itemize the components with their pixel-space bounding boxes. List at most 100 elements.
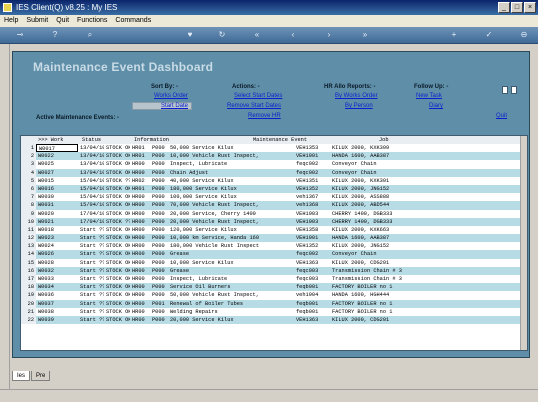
p-cell: HR00 bbox=[132, 210, 145, 217]
prev-icon[interactable]: ‹ bbox=[286, 29, 300, 41]
job-cell: Conveyor Chain bbox=[332, 161, 377, 168]
check-icon[interactable]: ✓ bbox=[482, 29, 496, 41]
stock-cell: STOCK OK bbox=[106, 243, 130, 250]
veh-cell: P000 bbox=[152, 145, 165, 151]
status-cell: 13/04/10 bbox=[80, 169, 104, 176]
work-order-cell: W0017 bbox=[36, 144, 78, 153]
minimize-button[interactable]: _ bbox=[498, 2, 510, 13]
remove-start-dates-link[interactable]: Remove Start Dates bbox=[227, 103, 281, 109]
table-row[interactable]: 20 W0037 Start ?? STOCK OK HR00 P001 Renewal o… bbox=[21, 299, 527, 308]
remove-hr-link[interactable]: Remove HR bbox=[248, 113, 281, 119]
table-row[interactable]: 12 W0023 Start ?? STOCK OK HR00 P000 10,000 km… bbox=[21, 234, 527, 243]
menu-functions[interactable]: Functions bbox=[77, 15, 107, 27]
table-row[interactable]: 14 W0026 Start ?? STOCK OK HR00 P000 Grease feq… bbox=[21, 250, 527, 259]
p-cell: HR01 bbox=[132, 153, 145, 160]
job-cell: Transmission Chain # 3 bbox=[332, 267, 402, 274]
key-icon[interactable]: ⊸ bbox=[10, 29, 30, 41]
last-icon[interactable]: » bbox=[358, 29, 372, 41]
job-code-cell: VEH1352 bbox=[296, 185, 319, 192]
status-cell: Start ?? bbox=[80, 284, 104, 291]
stock-cell: STOCK OK bbox=[106, 276, 130, 282]
table-row[interactable]: 15 W0028 Start ?? STOCK OK HR00 P000 10,000 Se… bbox=[21, 258, 527, 267]
job-cell: KILUX 2000, CDG201 bbox=[332, 316, 390, 323]
table-row[interactable]: 21 W0038 Start ?? STOCK OK HR00 P000 Welding R… bbox=[21, 307, 527, 316]
table-row[interactable]: 22 W0039 Start ?? STOCK OK HR00 P000 20,000 Se… bbox=[21, 315, 527, 325]
help-icon[interactable]: ? bbox=[48, 29, 62, 41]
vertical-scrollbar[interactable] bbox=[520, 136, 527, 350]
work-order-cell: W0016 bbox=[38, 185, 54, 192]
p-cell: HR00 bbox=[132, 259, 145, 266]
event-cell: Inspect, Lubricate bbox=[170, 161, 228, 168]
next-icon[interactable]: › bbox=[322, 29, 336, 41]
menu-submit[interactable]: Submit bbox=[26, 15, 48, 27]
table-row[interactable]: 19 W0036 Start ?? STOCK OK HR00 P000 50,000 Ve… bbox=[21, 291, 527, 300]
row-number: 18 bbox=[21, 283, 36, 292]
first-icon[interactable]: « bbox=[250, 29, 264, 41]
table-row[interactable]: 8 W0031 15/04/10 STOCK OK HR00 P000 70,000 Veh… bbox=[21, 201, 527, 210]
stock-cell: STOCK OK bbox=[106, 194, 130, 201]
table-row[interactable]: 6 W0016 15/04/10 STOCK OK HR01 P000 180,000 Se… bbox=[21, 184, 527, 194]
col-maintenance-event[interactable]: Maintenance Event bbox=[251, 136, 377, 144]
tab-ies[interactable]: Ies bbox=[12, 371, 31, 381]
veh-cell: P000 bbox=[152, 243, 165, 250]
table-row[interactable]: 18 W0034 Start ?? STOCK OK HR00 P000 Service O… bbox=[21, 283, 527, 292]
col-work-order[interactable]: >>> Work Order bbox=[21, 136, 80, 144]
start-date-sort[interactable]: Start Date bbox=[132, 102, 192, 110]
veh-cell: P000 bbox=[152, 185, 165, 192]
maximize-button[interactable]: □ bbox=[511, 2, 523, 13]
status-cell: 13/04/10 bbox=[80, 161, 104, 168]
table-row[interactable]: 5 W0015 15/04/10 STOCK ?? HR02 P000 40,000 Ser… bbox=[21, 176, 527, 185]
table-row[interactable]: 7 W0030 15/04/10 STOCK OK HR00 P000 100,000 Se… bbox=[21, 193, 527, 202]
works-order-link[interactable]: Works Order bbox=[154, 93, 188, 99]
diary-link[interactable]: Diary bbox=[429, 103, 443, 109]
table-row[interactable]: 4 W0027 13/04/10 STOCK OK HR00 P000 Chain Adju… bbox=[21, 168, 527, 177]
table-row[interactable]: 10 W0021 17/04/10 STOCK ?? HR00 P000 20,000 Ve… bbox=[21, 217, 527, 226]
veh-cell: P000 bbox=[152, 276, 165, 282]
tab-pre[interactable]: Pre bbox=[31, 371, 51, 381]
table-row[interactable]: 16 W0032 Start ?? STOCK OK HR00 P000 Grease feq… bbox=[21, 266, 527, 275]
event-cell: 20,000 Vehicle Rust Inspect, bbox=[170, 218, 260, 225]
job-code-cell: feqc002 bbox=[296, 161, 319, 168]
table-row[interactable]: 11 W0018 Start ?? STOCK OK HR00 P000 120,000 S… bbox=[21, 225, 527, 235]
search-icon[interactable]: ⌕ bbox=[83, 29, 97, 41]
job-cell: CHERRY 1400, DGB333 bbox=[332, 218, 393, 225]
heart-icon[interactable]: ♥ bbox=[183, 29, 197, 41]
table-row[interactable]: 2 W0022 13/04/10 STOCK OK HR01 P000 10,000 Veh… bbox=[21, 152, 527, 161]
col-information[interactable]: Information bbox=[132, 136, 251, 144]
job-cell: HANDA 1600, AAB387 bbox=[332, 153, 390, 160]
stock-cell: STOCK OK bbox=[106, 251, 130, 258]
table-row[interactable]: 13 W0024 Start ?? STOCK OK HR00 P000 180,000 V… bbox=[21, 242, 527, 251]
work-order-cell: W0032 bbox=[38, 267, 54, 274]
stock-cell: STOCK OK bbox=[106, 308, 130, 315]
actions-label: Actions: - bbox=[232, 84, 260, 90]
menu-help[interactable]: Help bbox=[4, 15, 18, 27]
quit-link[interactable]: Quit bbox=[496, 113, 507, 119]
cancel-icon[interactable]: ⊖ bbox=[517, 29, 531, 41]
select-start-dates-link[interactable]: Select Start Dates bbox=[234, 93, 282, 99]
job-cell: CHERRY 1400, DGB333 bbox=[332, 210, 393, 217]
col-job[interactable]: Job bbox=[377, 136, 497, 144]
menu-commands[interactable]: Commands bbox=[115, 15, 151, 27]
menu-quit[interactable]: Quit bbox=[56, 15, 69, 27]
info-button-1[interactable] bbox=[502, 86, 508, 94]
table-row[interactable]: 17 W0033 Start ?? STOCK OK HR00 P000 Inspect, … bbox=[21, 275, 527, 284]
close-button[interactable]: × bbox=[524, 2, 536, 13]
table-row[interactable]: 1 W0017 13/04/10 STOCK OK HR01 P000 50,000 Ser… bbox=[21, 144, 527, 153]
by-person-link[interactable]: By Person bbox=[345, 103, 373, 109]
table-row[interactable]: 9 W0020 17/04/10 STOCK OK HR00 P000 20,000 Ser… bbox=[21, 209, 527, 218]
new-task-link[interactable]: New Task bbox=[416, 93, 442, 99]
info-button-2[interactable] bbox=[511, 86, 517, 94]
stock-cell: STOCK OK bbox=[106, 185, 130, 192]
by-works-order-link[interactable]: By Works Order bbox=[335, 93, 378, 99]
refresh-icon[interactable]: ↻ bbox=[215, 29, 229, 41]
row-number: 22 bbox=[21, 315, 36, 325]
table-row[interactable]: 3 W0025 13/04/10 STOCK OK HR00 P000 Inspect, L… bbox=[21, 160, 527, 169]
work-order-cell: W0025 bbox=[38, 161, 54, 168]
col-status[interactable]: Status bbox=[80, 136, 132, 144]
event-cell: 10,000 Service Kilux bbox=[170, 259, 234, 266]
status-bar bbox=[0, 389, 538, 402]
p-cell: HR01 bbox=[132, 145, 145, 151]
bottom-tabs: Ies Pre bbox=[12, 371, 51, 381]
add-icon[interactable]: + bbox=[447, 29, 461, 41]
work-order-cell: W0026 bbox=[38, 251, 54, 258]
